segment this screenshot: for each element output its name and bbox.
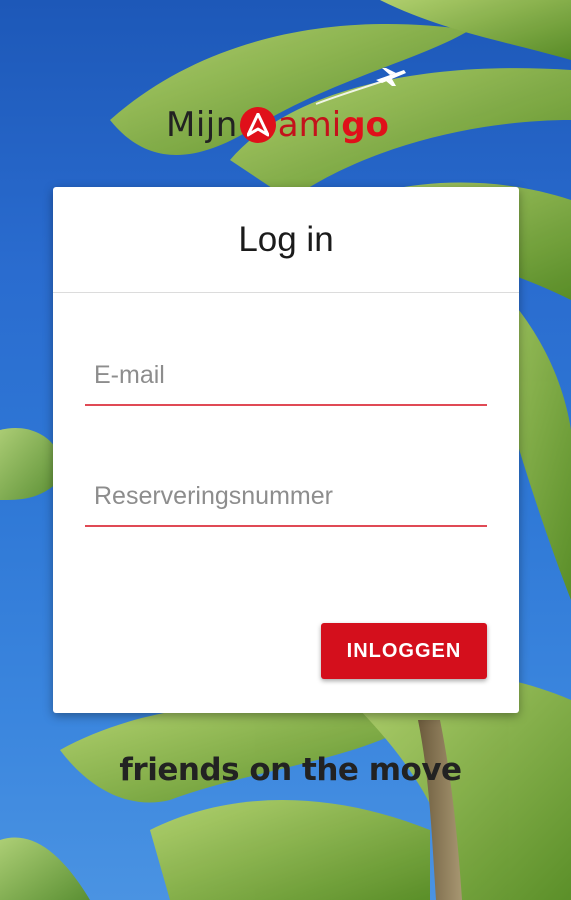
login-card: Log in INLOGGEN [53,187,519,713]
logo-a-icon [239,107,276,143]
email-input[interactable] [85,346,487,404]
mijnamigo-logo: Mijn am i go [166,100,406,150]
reservation-number-input[interactable] [85,467,487,525]
email-field [85,346,487,406]
logo-text-mijn: Mijn [166,105,238,145]
tagline: friends on the move [119,752,462,788]
logo-text-i: i [331,105,342,145]
logo-text-go: go [341,105,389,145]
login-button[interactable]: INLOGGEN [321,623,487,679]
reservation-number-field [85,467,487,527]
card-header: Log in [53,187,519,293]
page-title: Log in [238,219,334,259]
logo-text-am: am [277,105,332,145]
